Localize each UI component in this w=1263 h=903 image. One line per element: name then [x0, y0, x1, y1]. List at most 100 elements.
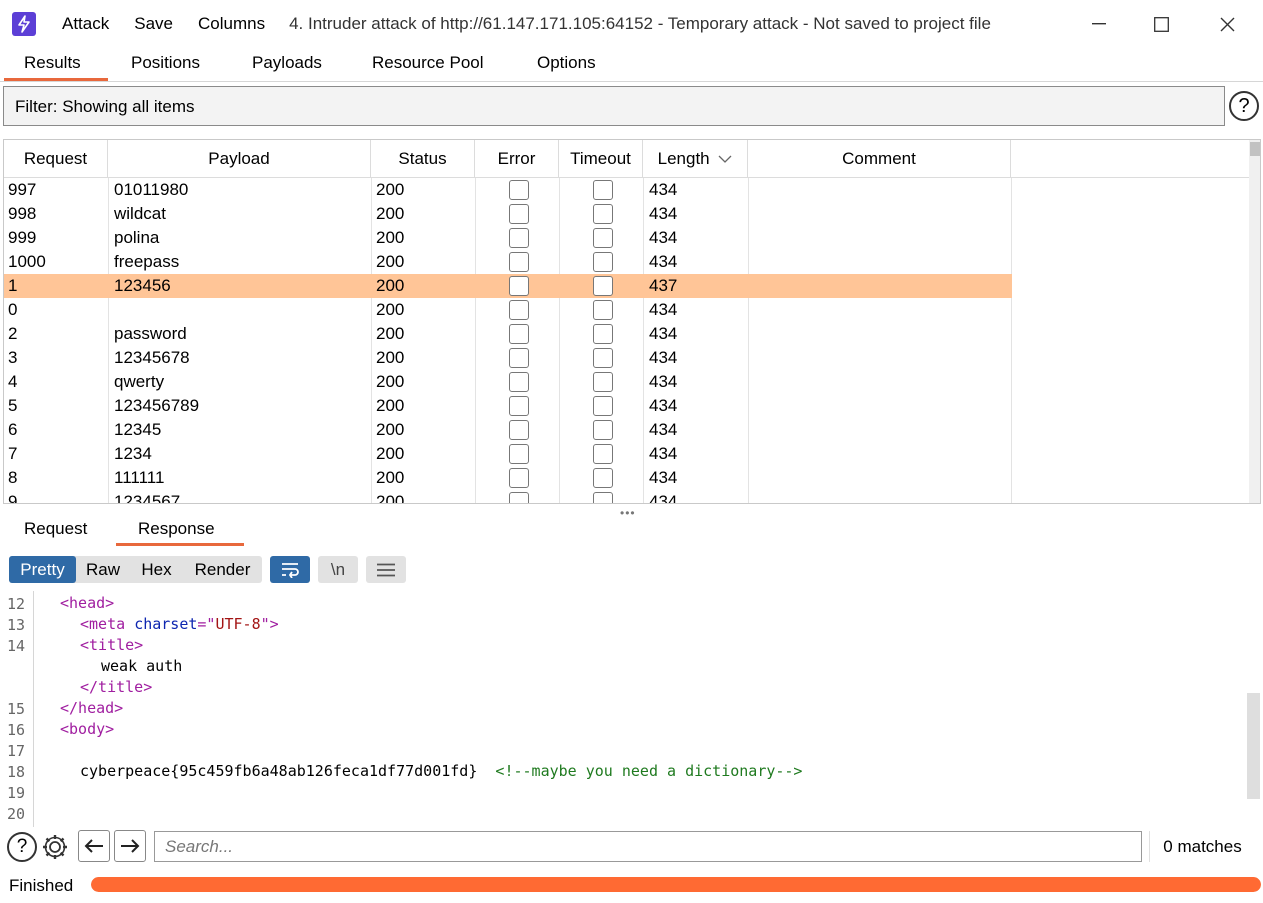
timeout-checkbox[interactable]	[593, 468, 613, 488]
cell-payload: qwerty	[114, 372, 165, 391]
table-row[interactable]: 9 1234567 200 434	[4, 490, 1012, 503]
code-line: </head>	[60, 699, 123, 717]
tab-results[interactable]: Results	[24, 53, 81, 73]
view-pretty-button[interactable]: Pretty	[9, 556, 76, 583]
line-number-gutter: 12 13 14 15 16 17 18 19 20	[0, 591, 34, 827]
code-token: <title>	[80, 636, 144, 654]
timeout-checkbox[interactable]	[593, 444, 613, 464]
error-checkbox[interactable]	[509, 468, 529, 488]
timeout-checkbox[interactable]	[593, 372, 613, 392]
table-row[interactable]: 1 123456 200 437	[4, 274, 1012, 298]
col-request[interactable]: Request	[4, 140, 108, 178]
table-row[interactable]: 3 12345678 200 434	[4, 346, 1012, 370]
previous-match-button[interactable]	[78, 830, 110, 862]
col-timeout[interactable]: Timeout	[559, 140, 643, 178]
menu-save[interactable]: Save	[134, 14, 173, 34]
timeout-checkbox[interactable]	[593, 492, 613, 503]
tab-options[interactable]: Options	[537, 53, 596, 73]
error-checkbox[interactable]	[509, 324, 529, 344]
code-token: <!--maybe you need a dictionary-->	[495, 762, 803, 780]
cell-length: 434	[649, 396, 678, 415]
tab-payloads[interactable]: Payloads	[252, 53, 322, 73]
table-row[interactable]: 998 wildcat 200 434	[4, 202, 1012, 226]
error-checkbox[interactable]	[509, 444, 529, 464]
col-length[interactable]: Length	[643, 140, 748, 178]
code-line: <meta charset="UTF-8">	[80, 615, 279, 633]
view-render-button[interactable]: Render	[183, 556, 262, 583]
timeout-checkbox[interactable]	[593, 252, 613, 272]
error-checkbox[interactable]	[509, 204, 529, 224]
help-icon-bottom[interactable]: ?	[7, 832, 37, 862]
table-scrollbar[interactable]	[1249, 140, 1260, 503]
menu-attack[interactable]: Attack	[62, 14, 109, 34]
pane-splitter-handle[interactable]: •••	[620, 506, 636, 520]
table-scroll-thumb[interactable]	[1250, 142, 1260, 156]
cell-length: 437	[649, 276, 678, 295]
timeout-checkbox[interactable]	[593, 228, 613, 248]
col-payload[interactable]: Payload	[108, 140, 371, 178]
settings-gear-icon[interactable]	[40, 832, 70, 862]
table-row[interactable]: 7 1234 200 434	[4, 442, 1012, 466]
help-icon[interactable]: ?	[1229, 91, 1259, 121]
error-checkbox[interactable]	[509, 348, 529, 368]
table-row[interactable]: 0 200 434	[4, 298, 1012, 322]
error-checkbox[interactable]	[509, 180, 529, 200]
table-row[interactable]: 2 password 200 434	[4, 322, 1012, 346]
table-row[interactable]: 5 123456789 200 434	[4, 394, 1012, 418]
cell-length: 434	[649, 228, 678, 247]
timeout-checkbox[interactable]	[593, 300, 613, 320]
cell-status: 200	[376, 324, 405, 343]
tab-request[interactable]: Request	[24, 519, 87, 539]
error-checkbox[interactable]	[509, 396, 529, 416]
col-status[interactable]: Status	[371, 140, 475, 178]
code-scrollbar-thumb[interactable]	[1247, 693, 1260, 799]
filter-bar[interactable]: Filter: Showing all items	[3, 86, 1225, 126]
timeout-checkbox[interactable]	[593, 324, 613, 344]
view-raw-button[interactable]: Raw	[76, 556, 130, 583]
tab-positions[interactable]: Positions	[131, 53, 200, 73]
cell-request: 1	[8, 276, 18, 295]
word-wrap-button[interactable]	[270, 556, 310, 583]
table-row[interactable]: 997 01011980 200 434	[4, 178, 1012, 202]
error-checkbox[interactable]	[509, 420, 529, 440]
code-token: ">	[260, 615, 279, 633]
error-checkbox[interactable]	[509, 492, 529, 503]
table-row[interactable]: 4 qwerty 200 434	[4, 370, 1012, 394]
col-comment[interactable]: Comment	[748, 140, 1011, 178]
maximize-button[interactable]	[1128, 0, 1194, 48]
error-checkbox[interactable]	[509, 372, 529, 392]
error-checkbox[interactable]	[509, 252, 529, 272]
menu-columns[interactable]: Columns	[198, 14, 265, 34]
table-row[interactable]: 8 111111 200 434	[4, 466, 1012, 490]
error-checkbox[interactable]	[509, 228, 529, 248]
cell-payload: 123456789	[114, 396, 200, 415]
timeout-checkbox[interactable]	[593, 396, 613, 416]
search-input[interactable]: Search...	[154, 831, 1142, 862]
minimize-button[interactable]	[1066, 0, 1132, 48]
main-tabs: Results Positions Payloads Resource Pool…	[0, 48, 1263, 82]
code-token: </head>	[60, 699, 124, 717]
table-row[interactable]: 1000 freepass 200 434	[4, 250, 1012, 274]
timeout-checkbox[interactable]	[593, 180, 613, 200]
table-row[interactable]: 6 12345 200 434	[4, 418, 1012, 442]
timeout-checkbox[interactable]	[593, 348, 613, 368]
view-hex-button[interactable]: Hex	[130, 556, 183, 583]
cell-length: 434	[649, 372, 678, 391]
table-row[interactable]: 999 polina 200 434	[4, 226, 1012, 250]
tab-resource-pool[interactable]: Resource Pool	[372, 53, 484, 73]
close-button[interactable]	[1194, 0, 1260, 48]
cell-payload: 01011980	[114, 180, 189, 199]
timeout-checkbox[interactable]	[593, 276, 613, 296]
tab-response[interactable]: Response	[138, 519, 215, 539]
line-number: 13	[7, 616, 26, 634]
newline-toggle-button[interactable]: \n	[318, 556, 358, 583]
timeout-checkbox[interactable]	[593, 420, 613, 440]
cell-payload: wildcat	[114, 204, 166, 223]
timeout-checkbox[interactable]	[593, 204, 613, 224]
col-error[interactable]: Error	[475, 140, 559, 178]
error-checkbox[interactable]	[509, 276, 529, 296]
menu-options-button[interactable]	[366, 556, 406, 583]
response-code-view[interactable]: 12 13 14 15 16 17 18 19 20 <head> <meta charset="…	[0, 591, 1263, 827]
error-checkbox[interactable]	[509, 300, 529, 320]
next-match-button[interactable]	[114, 830, 146, 862]
